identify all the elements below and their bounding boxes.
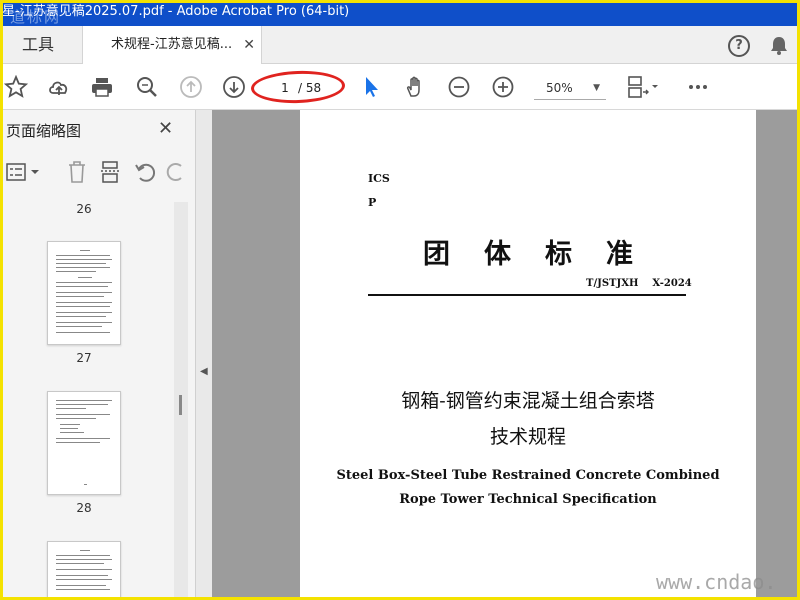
divider-rule bbox=[368, 294, 686, 296]
window-title-bar: 星-江苏意见稿2025.07.pdf - Adobe Acrobat Pro (… bbox=[0, 0, 800, 26]
page-down-icon[interactable] bbox=[222, 75, 246, 99]
print-icon[interactable] bbox=[90, 75, 114, 99]
insert-page-icon[interactable] bbox=[100, 160, 122, 184]
page-up-icon[interactable] bbox=[179, 75, 203, 99]
pane-collapse-handle[interactable]: ◀ bbox=[196, 110, 212, 600]
chevron-left-icon: ◀ bbox=[200, 366, 208, 377]
help-icon[interactable]: ? bbox=[728, 35, 750, 57]
zoom-in-icon[interactable] bbox=[491, 75, 515, 99]
zoom-select[interactable]: 50% ▼ bbox=[534, 76, 606, 100]
page-number-28: 28 bbox=[76, 501, 92, 515]
title-en-line1: Steel Box-Steel Tube Restrained Concrete… bbox=[336, 468, 720, 483]
trash-icon[interactable] bbox=[66, 160, 88, 184]
page-thumbnail-28[interactable] bbox=[47, 391, 121, 495]
watermark-bottom: www.cndao. bbox=[656, 570, 777, 594]
rotate-right-icon[interactable] bbox=[166, 161, 188, 183]
upload-cloud-icon[interactable] bbox=[47, 75, 71, 99]
standard-code: T/JSTJXH X-2024 bbox=[586, 278, 692, 289]
title-cn-line2: 技术规程 bbox=[489, 426, 566, 448]
rotate-left-icon[interactable] bbox=[134, 161, 156, 183]
hand-icon[interactable] bbox=[403, 75, 427, 99]
thumbnail-pane: 页面缩略图 ✕ 26 27 28 bbox=[0, 110, 196, 600]
main-toolbar: / 58 50% ▼ bbox=[0, 64, 800, 110]
standard-type-heading: 团体标准 bbox=[423, 239, 667, 270]
notification-bell-icon[interactable] bbox=[768, 34, 790, 56]
scrollbar-handle[interactable] bbox=[179, 395, 182, 415]
class-code: P bbox=[368, 196, 377, 209]
more-icon[interactable] bbox=[686, 75, 710, 99]
tab-tools[interactable]: 工具 bbox=[0, 26, 80, 64]
chevron-down-icon: ▼ bbox=[593, 83, 600, 93]
ics-code: ICS bbox=[368, 172, 390, 185]
tab-bar: 工具 术规程-江苏意见稿... ✕ ? bbox=[0, 26, 800, 65]
find-icon[interactable] bbox=[135, 75, 159, 99]
page-display-icon[interactable] bbox=[626, 75, 660, 99]
page-number-27: 27 bbox=[76, 351, 92, 365]
tab-document[interactable]: 术规程-江苏意见稿... ✕ bbox=[82, 26, 262, 65]
tab-document-label: 术规程-江苏意见稿... bbox=[111, 37, 233, 52]
pdf-page: ICS P 团体标准 T/JSTJXH X-2024 钢箱-钢管约束混凝土组合索… bbox=[300, 110, 756, 600]
zoom-out-icon[interactable] bbox=[447, 75, 471, 99]
title-cn-line1: 钢箱-钢管约束混凝土组合索塔 bbox=[401, 390, 655, 412]
document-view[interactable]: ICS P 团体标准 T/JSTJXH X-2024 钢箱-钢管约束混凝土组合索… bbox=[212, 110, 800, 600]
page-thumbnail-27[interactable] bbox=[47, 241, 121, 345]
thumbnail-options-icon[interactable] bbox=[6, 162, 42, 182]
tab-close-button[interactable]: ✕ bbox=[243, 26, 255, 64]
watermark-top: 道标网 bbox=[10, 8, 62, 26]
page-number-26: 26 bbox=[76, 202, 92, 216]
pane-toolbar bbox=[0, 154, 196, 190]
zoom-value: 50% bbox=[546, 81, 573, 95]
page-thumbnail-29[interactable] bbox=[47, 541, 121, 600]
pane-close-button[interactable]: ✕ bbox=[158, 118, 173, 139]
title-en-line2: Rope Tower Technical Specification bbox=[399, 492, 657, 507]
select-arrow-icon[interactable] bbox=[360, 75, 384, 99]
star-icon[interactable] bbox=[4, 75, 28, 99]
pane-title: 页面缩略图 bbox=[6, 122, 82, 140]
